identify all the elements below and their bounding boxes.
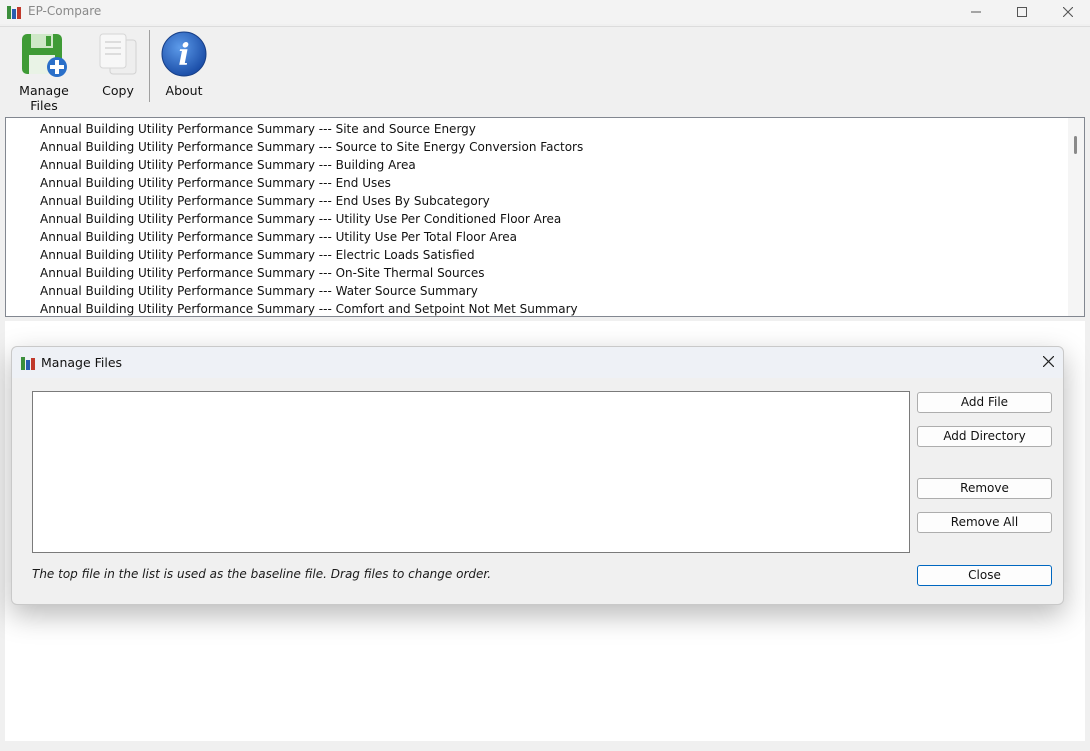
list-item[interactable]: Annual Building Utility Performance Summ… — [40, 300, 578, 316]
copy-icon — [99, 33, 137, 75]
list-item[interactable]: Annual Building Utility Performance Summ… — [40, 264, 485, 282]
list-item[interactable]: Annual Building Utility Performance Summ… — [40, 120, 476, 138]
floppy-add-icon — [22, 34, 67, 77]
vertical-scrollbar[interactable] — [1068, 118, 1084, 316]
manage-files-dialog: Manage Files Add File Add Directory Remo… — [11, 346, 1064, 605]
dialog-title-bar: Manage Files — [12, 347, 1063, 378]
maximize-icon — [1017, 7, 1027, 17]
list-item[interactable]: Annual Building Utility Performance Summ… — [40, 192, 490, 210]
app-icon — [21, 357, 35, 370]
toolbar-divider — [149, 30, 150, 102]
title-bar: EP-Compare — [0, 0, 1090, 24]
minimize-button[interactable] — [953, 0, 999, 24]
list-item[interactable]: Annual Building Utility Performance Summ… — [40, 138, 583, 156]
baseline-hint: The top file in the list is used as the … — [32, 567, 492, 581]
scrollbar-thumb[interactable] — [1074, 136, 1077, 154]
add-file-button[interactable]: Add File — [917, 392, 1052, 413]
window-title: EP-Compare — [28, 4, 102, 18]
maximize-button[interactable] — [999, 0, 1045, 24]
title-separator — [0, 26, 1090, 27]
manage-files-button[interactable]: Manage Files — [4, 30, 84, 113]
manage-files-label: Manage Files — [19, 83, 69, 113]
info-icon: i — [161, 31, 207, 77]
dialog-close-button[interactable] — [1038, 351, 1058, 373]
close-dialog-button[interactable]: Close — [917, 565, 1052, 586]
add-directory-button[interactable]: Add Directory — [917, 426, 1052, 447]
list-item[interactable]: Annual Building Utility Performance Summ… — [40, 156, 416, 174]
dialog-title: Manage Files — [41, 355, 123, 370]
remove-all-button[interactable]: Remove All — [917, 512, 1052, 533]
list-item[interactable]: Annual Building Utility Performance Summ… — [40, 246, 475, 264]
report-list[interactable]: Annual Building Utility Performance Summ… — [5, 117, 1085, 317]
about-label: About — [165, 83, 203, 98]
about-button[interactable]: i About — [159, 30, 209, 98]
copy-button[interactable]: Copy — [96, 30, 140, 98]
list-item[interactable]: Annual Building Utility Performance Summ… — [40, 210, 561, 228]
list-item[interactable]: Annual Building Utility Performance Summ… — [40, 282, 478, 300]
svg-text:i: i — [178, 38, 189, 73]
list-item[interactable]: Annual Building Utility Performance Summ… — [40, 228, 517, 246]
remove-button[interactable]: Remove — [917, 478, 1052, 499]
close-button[interactable] — [1045, 0, 1090, 24]
copy-label: Copy — [102, 83, 134, 98]
close-icon — [1042, 355, 1054, 368]
minimize-icon — [971, 11, 981, 13]
close-icon — [1063, 7, 1073, 17]
list-item[interactable]: Annual Building Utility Performance Summ… — [40, 174, 391, 192]
file-list[interactable] — [32, 391, 910, 553]
app-icon — [7, 6, 21, 19]
